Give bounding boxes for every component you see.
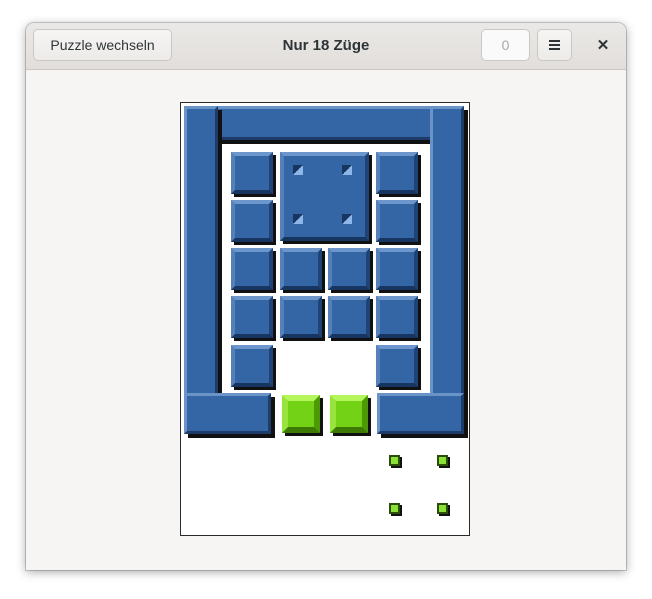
puzzle-block[interactable] [231, 248, 273, 290]
puzzle-block[interactable] [376, 248, 418, 290]
move-counter: 0 [481, 29, 530, 61]
puzzle-block[interactable] [376, 296, 418, 338]
target-marker-icon [437, 503, 448, 514]
wall-right [430, 106, 464, 434]
wall-bottom-left [184, 393, 271, 434]
puzzle-block[interactable] [328, 248, 370, 290]
puzzle-block[interactable] [280, 296, 322, 338]
menu-button[interactable] [537, 29, 572, 61]
stud-icon [293, 165, 303, 175]
stud-icon [342, 214, 352, 224]
header-bar: Puzzle wechseln Nur 18 Züge 0 ✕ [26, 23, 626, 70]
puzzle-block[interactable] [231, 345, 273, 387]
goal-block[interactable] [330, 395, 368, 433]
app-window: Puzzle wechseln Nur 18 Züge 0 ✕ [26, 23, 626, 570]
stud-icon [293, 214, 303, 224]
puzzle-block[interactable] [231, 296, 273, 338]
window-title: Nur 18 Züge [282, 37, 370, 54]
switch-puzzle-button[interactable]: Puzzle wechseln [33, 29, 172, 61]
puzzle-block[interactable] [231, 152, 273, 194]
puzzle-block[interactable] [231, 200, 273, 242]
large-puzzle-block[interactable] [280, 152, 369, 241]
target-marker-icon [437, 455, 448, 466]
puzzle-block[interactable] [376, 152, 418, 194]
puzzle-block[interactable] [328, 296, 370, 338]
wall-left [184, 106, 218, 434]
puzzle-block[interactable] [376, 200, 418, 242]
puzzle-board [180, 102, 470, 536]
puzzle-block[interactable] [280, 248, 322, 290]
close-icon: ✕ [596, 37, 610, 54]
goal-block[interactable] [282, 395, 320, 433]
wall-bottom-right [377, 393, 464, 434]
wall-top [184, 106, 464, 140]
target-marker-icon [389, 503, 400, 514]
stud-icon [342, 165, 352, 175]
hamburger-menu-icon [549, 40, 560, 50]
close-button[interactable]: ✕ [587, 29, 619, 61]
target-marker-icon [389, 455, 400, 466]
puzzle-block[interactable] [376, 345, 418, 387]
